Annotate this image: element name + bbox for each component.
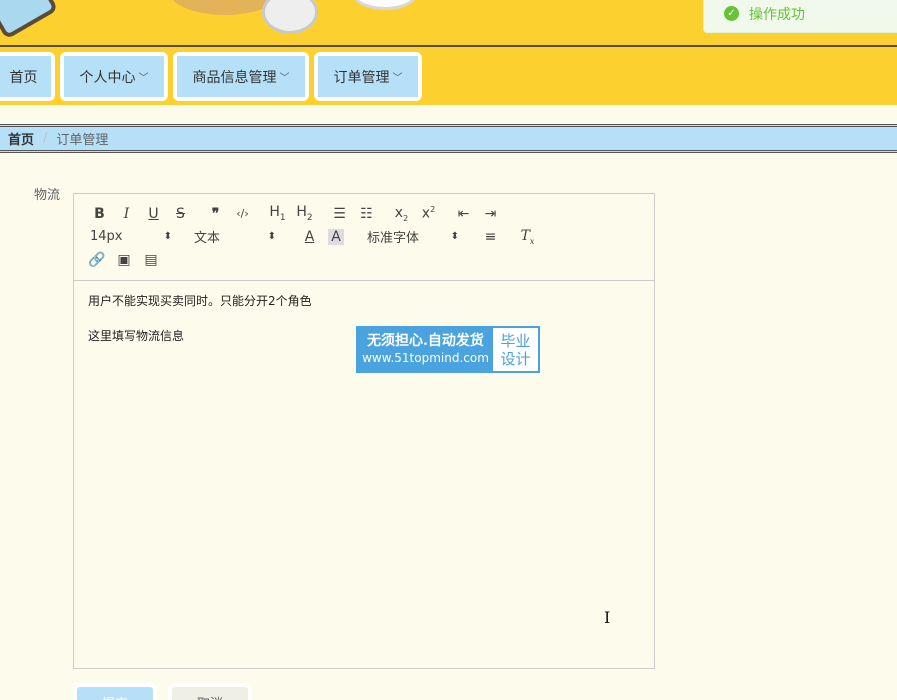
nav-item-home[interactable]: 首页 xyxy=(0,52,55,101)
breadcrumb-home[interactable]: 首页 xyxy=(8,129,34,148)
watermark-right-1: 毕业 xyxy=(500,331,531,350)
font-size-value: 14px xyxy=(90,229,123,244)
watermark-line-1: 无须担心.自动发货 xyxy=(367,332,484,349)
breadcrumb: 首页 / 订单管理 xyxy=(0,124,897,153)
video-icon[interactable]: ▤ xyxy=(140,252,162,268)
success-toast: ✓ 操作成功 xyxy=(703,0,897,33)
clear-format-icon[interactable]: Tx xyxy=(514,228,541,246)
rich-text-editor: B I U S ❞ ‹/› H1 H2 ☰ ☷ x2 x2 ⇤ ⇥ 14px ⬍ xyxy=(73,193,655,669)
heading-1-icon[interactable]: H1 xyxy=(264,204,291,223)
font-size-picker[interactable]: 14px ⬍ xyxy=(86,229,172,244)
editor-toolbar: B I U S ❞ ‹/› H1 H2 ☰ ☷ x2 x2 ⇤ ⇥ 14px ⬍ xyxy=(74,194,654,281)
toast-message: 操作成功 xyxy=(749,6,805,23)
chevron-down-icon: ﹀ xyxy=(138,73,149,84)
nav-item-goods-management[interactable]: 商品信息管理 ﹀ xyxy=(173,52,309,101)
italic-icon[interactable]: I xyxy=(113,206,140,222)
updown-icon: ⬍ xyxy=(267,231,276,242)
code-block-icon[interactable]: ‹/› xyxy=(229,207,256,220)
align-icon[interactable]: ≡ xyxy=(477,229,504,245)
bullet-list-icon[interactable]: ☷ xyxy=(353,206,380,222)
watermark-line-2: www.51topmind.com xyxy=(362,350,489,365)
breadcrumb-current: 订单管理 xyxy=(56,133,109,148)
indent-icon[interactable]: ⇥ xyxy=(477,206,504,222)
updown-icon: ⬍ xyxy=(450,231,459,242)
banner-decoration xyxy=(262,0,318,34)
underline-icon[interactable]: U xyxy=(140,206,167,222)
strikethrough-icon[interactable]: S xyxy=(167,206,194,222)
breadcrumb-separator: / xyxy=(43,131,48,146)
logistics-label: 物流 xyxy=(34,188,61,203)
header-value: 文本 xyxy=(194,231,221,246)
text-cursor-icon: I xyxy=(604,608,611,627)
nav-item-personal-center[interactable]: 个人中心 ﹀ xyxy=(60,52,168,101)
nav-personal-label: 个人中心 xyxy=(79,69,136,86)
editor-content[interactable]: 用户不能实现买卖同时。只能分开2个角色 这里填写物流信息 无须担心.自动发货 w… xyxy=(74,281,654,668)
content-line: 用户不能实现买卖同时。只能分开2个角色 xyxy=(88,294,312,308)
chevron-down-icon: ﹀ xyxy=(392,73,403,84)
nav-item-order-management[interactable]: 订单管理 ﹀ xyxy=(314,52,422,101)
submit-label: 提交 xyxy=(102,693,128,700)
nav-goods-label: 商品信息管理 xyxy=(192,69,277,86)
updown-icon: ⬍ xyxy=(163,231,172,242)
check-circle-icon: ✓ xyxy=(724,6,739,21)
banner-decoration xyxy=(352,0,418,10)
submit-button[interactable]: 提交 xyxy=(73,683,157,700)
link-icon[interactable]: 🔗 xyxy=(86,252,108,268)
font-family-value: 标准字体 xyxy=(367,231,420,246)
watermark-badge: 无须担心.自动发货 www.51topmind.com 毕业 设计 xyxy=(356,326,540,373)
chevron-down-icon: ﹀ xyxy=(279,73,290,84)
cancel-label: 取消 xyxy=(197,693,223,700)
outdent-icon[interactable]: ⇤ xyxy=(450,206,477,222)
top-banner: ✓ 操作成功 xyxy=(0,0,897,45)
nav-orders-label: 订单管理 xyxy=(333,69,390,86)
header-picker[interactable]: 文本 ⬍ xyxy=(194,227,276,246)
image-icon[interactable]: ▣ xyxy=(108,252,140,268)
main-nav: 首页 个人中心 ﹀ 商品信息管理 ﹀ 订单管理 ﹀ xyxy=(0,45,897,105)
subscript-icon[interactable]: x2 xyxy=(388,205,415,223)
watermark-right-2: 设计 xyxy=(500,349,531,368)
nav-home-label: 首页 xyxy=(9,69,38,86)
banner-decoration xyxy=(0,0,59,40)
cancel-button[interactable]: 取消 xyxy=(168,683,252,700)
bold-icon[interactable]: B xyxy=(86,206,113,222)
superscript-icon[interactable]: x2 xyxy=(415,205,442,222)
font-color-icon[interactable]: A xyxy=(296,229,323,245)
heading-2-icon[interactable]: H2 xyxy=(291,204,318,223)
background-color-icon[interactable]: A xyxy=(328,228,344,245)
ordered-list-icon[interactable]: ☰ xyxy=(326,206,353,222)
font-family-picker[interactable]: 标准字体 ⬍ xyxy=(367,227,459,246)
blockquote-icon[interactable]: ❞ xyxy=(202,206,229,222)
